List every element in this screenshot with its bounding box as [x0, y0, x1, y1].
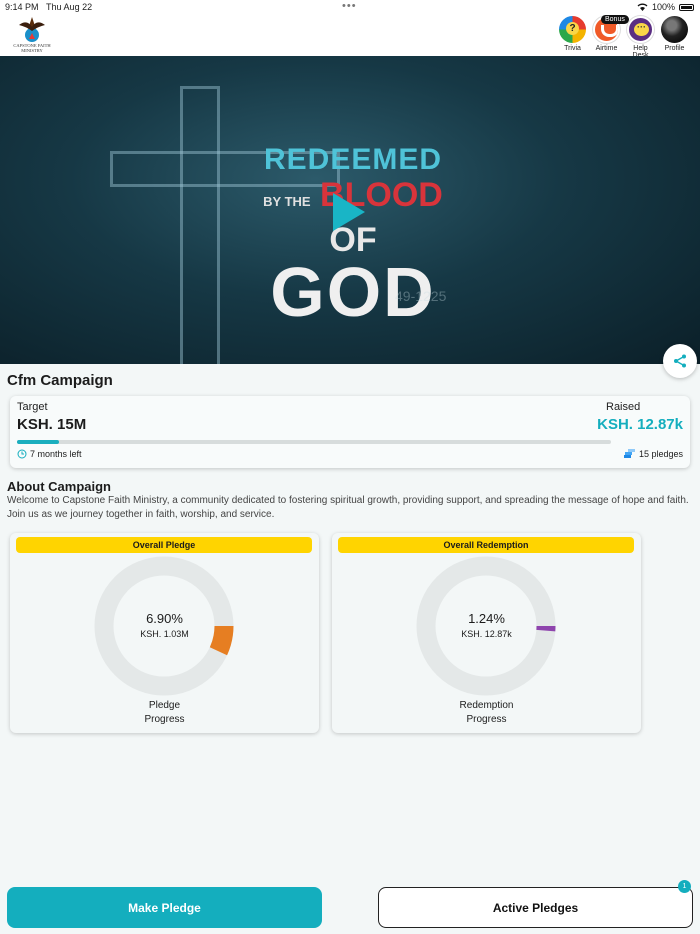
nav-help-desk[interactable]: Help Desk: [625, 16, 656, 59]
logo-text: CAPSTONE FAITH MINISTRY: [13, 43, 51, 53]
nav-profile[interactable]: Profile: [659, 16, 690, 59]
multitask-dots-icon[interactable]: •••: [342, 0, 357, 12]
status-right: 100%: [637, 2, 694, 12]
hero-verse: 49-1225: [395, 288, 447, 304]
cross-decoration: [180, 86, 220, 364]
battery-percent: 100%: [651, 2, 675, 12]
hero-by-the: BY THE: [263, 194, 311, 209]
target-value: KSH. 15M: [17, 416, 87, 433]
campaign-title: Cfm Campaign: [7, 372, 113, 389]
about-heading: About Campaign: [7, 479, 111, 494]
raised-label: Raised: [606, 401, 641, 413]
redemption-caption-line2: Progress: [466, 714, 507, 725]
overall-pledge-card: Overall Pledge 6.90% KSH. 1.03M Pledge P…: [10, 533, 319, 733]
time-left: 7 months left: [17, 449, 82, 459]
pledge-caption-line1: Pledge: [148, 700, 181, 711]
battery-icon: [679, 3, 694, 11]
make-pledge-button[interactable]: Make Pledge: [7, 887, 322, 928]
pledge-caption-line2: Progress: [144, 714, 185, 725]
nav-trivia-label: Trivia: [564, 45, 581, 52]
trivia-icon: [559, 16, 586, 43]
pledge-caption: Pledge Progress: [10, 699, 319, 727]
redemption-donut: [416, 556, 556, 696]
pledge-donut: [94, 556, 234, 696]
share-icon: [674, 354, 686, 368]
bonus-badge: Bonus: [601, 15, 629, 24]
app-header: CAPSTONE FAITH MINISTRY Trivia Airtime H…: [0, 14, 700, 59]
clock-icon: [17, 449, 27, 459]
redemption-caption-line1: Redemption: [459, 700, 514, 711]
campaign-summary-card: Target KSH. 15M Raised KSH. 12.87k 7 mon…: [10, 396, 690, 468]
overall-redemption-card: Overall Redemption 1.24% KSH. 12.87k Red…: [332, 533, 641, 733]
campaign-progress-bar: [17, 440, 611, 444]
campaign-progress-fill: [17, 440, 59, 444]
wifi-icon: [637, 3, 648, 11]
pledge-count-text: 15 pledges: [638, 449, 683, 459]
coins-icon: [623, 449, 635, 458]
eagle-logo-icon: [19, 17, 45, 42]
hero-line-redeemed: REDEEMED: [263, 143, 443, 176]
campaign-video[interactable]: REDEEMED BY THE BLOOD OF GOD 49-1225: [0, 56, 700, 364]
overall-pledge-badge: Overall Pledge: [16, 537, 312, 553]
nav-trivia[interactable]: Trivia: [557, 16, 588, 59]
nav-airtime-label: Airtime: [595, 45, 618, 52]
nav-profile-label: Profile: [664, 45, 685, 52]
pledge-percent: 6.90%: [146, 611, 183, 626]
help-desk-icon: [627, 16, 654, 43]
pledge-amount: KSH. 1.03M: [140, 629, 189, 639]
ministry-logo[interactable]: CAPSTONE FAITH MINISTRY: [9, 15, 55, 55]
about-text: Welcome to Capstone Faith Ministry, a co…: [7, 495, 689, 520]
active-pledges-button[interactable]: Active Pledges: [378, 887, 693, 928]
header-nav: Trivia Airtime Help Desk Profile Bonus: [557, 15, 690, 59]
raised-value: KSH. 12.87k: [597, 416, 683, 433]
pledge-donut-track: [94, 556, 234, 696]
status-time: 9:14 PM Thu Aug 22: [5, 2, 93, 12]
redemption-percent: 1.24%: [468, 611, 505, 626]
time-left-text: 7 months left: [30, 449, 82, 459]
redemption-donut-track: [416, 556, 556, 696]
pledge-count: 15 pledges: [623, 449, 683, 459]
redemption-amount: KSH. 12.87k: [461, 629, 512, 639]
status-bar: 9:14 PM Thu Aug 22 ••• 100%: [0, 0, 700, 14]
active-pledges-count-badge: 1: [678, 880, 691, 893]
profile-avatar: [661, 16, 688, 43]
share-button[interactable]: [663, 344, 697, 378]
redemption-caption: Redemption Progress: [332, 699, 641, 727]
play-icon[interactable]: [333, 193, 365, 231]
target-label: Target: [17, 401, 48, 413]
overall-redemption-badge: Overall Redemption: [338, 537, 634, 553]
